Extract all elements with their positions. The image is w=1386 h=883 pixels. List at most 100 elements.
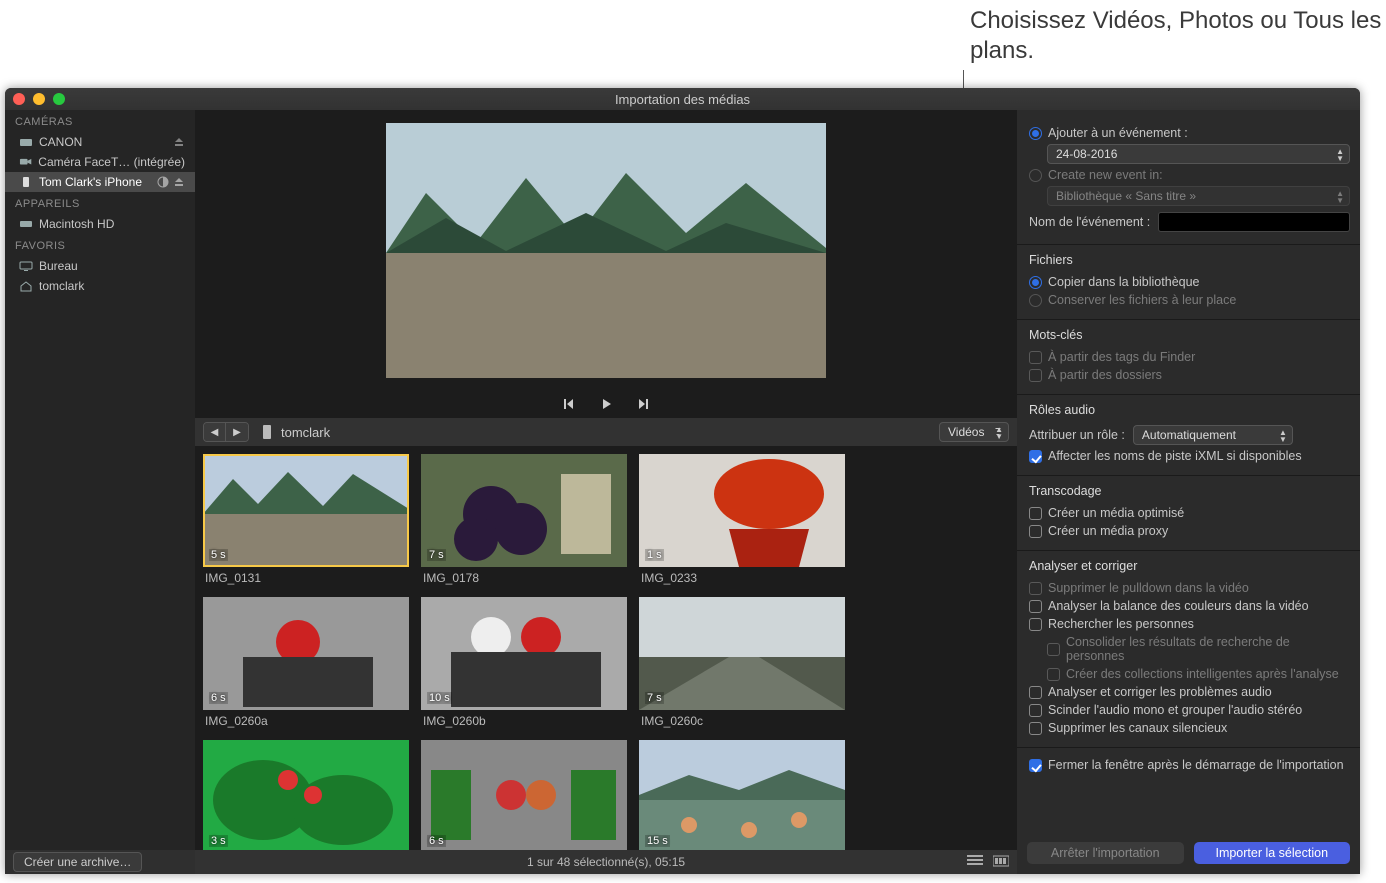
clip-name: IMG_0178: [421, 567, 627, 585]
optimized-media-checkbox[interactable]: [1029, 507, 1042, 520]
sidebar-item-label: tomclark: [39, 279, 84, 293]
split-audio-checkbox[interactable]: [1029, 704, 1042, 717]
clip-duration: 7 s: [645, 692, 664, 704]
clip-item[interactable]: 10 sIMG_0260b: [421, 597, 627, 728]
library-dropdown-value: Bibliothèque « Sans titre »: [1056, 189, 1196, 203]
close-after-label: Fermer la fenêtre après le démarrage de …: [1048, 758, 1344, 772]
clip-item[interactable]: 15 sIMG_0322: [639, 740, 845, 850]
finder-tags-label: À partir des tags du Finder: [1048, 350, 1195, 364]
clip-thumbnail[interactable]: 5 s: [203, 454, 409, 567]
webcam-icon: [19, 156, 32, 168]
event-name-input[interactable]: [1158, 212, 1350, 232]
sidebar-item-desktop[interactable]: Bureau: [5, 256, 195, 276]
minimize-window-button[interactable]: [33, 93, 45, 105]
analyze-balance-label: Analyser la balance des couleurs dans la…: [1048, 599, 1309, 613]
find-people-checkbox[interactable]: [1029, 618, 1042, 631]
clip-item[interactable]: 6 sIMG_0298: [421, 740, 627, 850]
create-new-event-label: Create new event in:: [1048, 168, 1163, 182]
media-filter-dropdown[interactable]: Vidéos ▲▼: [939, 422, 1009, 442]
filmstrip-view-button[interactable]: [993, 855, 1009, 870]
import-selection-button[interactable]: Importer la sélection: [1194, 842, 1351, 864]
titlebar: Importation des médias: [5, 88, 1360, 110]
fix-audio-label: Analyser et corriger les problèmes audio: [1048, 685, 1272, 699]
proxy-media-checkbox[interactable]: [1029, 525, 1042, 538]
sidebar-item-label: Tom Clark's iPhone: [39, 175, 142, 189]
transport-controls: [195, 390, 1017, 418]
sidebar-item-macintosh-hd[interactable]: Macintosh HD: [5, 214, 195, 234]
center-pane: ◀ ▶ tomclark Vidéos ▲▼ 5 sIMG_01317 sIMG…: [195, 110, 1017, 874]
create-archive-button[interactable]: Créer une archive…: [13, 852, 142, 872]
clip-name: IMG_0131: [203, 567, 409, 585]
split-audio-label: Scinder l'audio mono et grouper l'audio …: [1048, 703, 1302, 717]
clip-duration: 15 s: [645, 835, 670, 847]
clip-name: IMG_0260b: [421, 710, 627, 728]
fix-audio-checkbox[interactable]: [1029, 686, 1042, 699]
selection-status: 1 sur 48 sélectionné(s), 05:15: [527, 855, 685, 869]
clip-thumbnail[interactable]: 6 s: [421, 740, 627, 850]
ixml-checkbox[interactable]: [1029, 450, 1042, 463]
clip-item[interactable]: 3 sIMG_0297: [203, 740, 409, 850]
clip-thumbnail[interactable]: 7 s: [639, 597, 845, 710]
clip-item[interactable]: 1 sIMG_0233: [639, 454, 845, 585]
clip-browser[interactable]: 5 sIMG_01317 sIMG_01781 sIMG_02336 sIMG_…: [195, 446, 1017, 850]
assign-role-value: Automatiquement: [1142, 428, 1236, 442]
clip-item[interactable]: 5 sIMG_0131: [203, 454, 409, 585]
sidebar-section-cameras: CAMÉRAS: [5, 110, 195, 132]
sidebar-item-iphone[interactable]: Tom Clark's iPhone: [5, 172, 195, 192]
nav-forward-button[interactable]: ▶: [226, 423, 248, 441]
close-after-checkbox[interactable]: [1029, 759, 1042, 772]
stop-import-button[interactable]: Arrêter l'importation: [1027, 842, 1184, 864]
clip-thumbnail[interactable]: 10 s: [421, 597, 627, 710]
analyze-balance-checkbox[interactable]: [1029, 600, 1042, 613]
play-button[interactable]: [598, 396, 614, 412]
callout-annotation: Choisissez Vidéos, Photos ou Tous les pl…: [970, 6, 1386, 66]
next-clip-button[interactable]: [636, 396, 652, 412]
optimized-media-label: Créer un média optimisé: [1048, 506, 1184, 520]
assign-role-label: Attribuer un rôle :: [1029, 428, 1125, 442]
create-new-event-radio[interactable]: [1029, 169, 1042, 182]
transcode-section-header: Transcodage: [1029, 484, 1350, 498]
import-options-panel: Ajouter à un événement : 24-08-2016 ▲▼ C…: [1017, 110, 1360, 874]
sidebar-item-label: Bureau: [39, 259, 78, 273]
zoom-window-button[interactable]: [53, 93, 65, 105]
files-section-header: Fichiers: [1029, 253, 1350, 267]
find-people-label: Rechercher les personnes: [1048, 617, 1194, 631]
list-view-button[interactable]: [967, 855, 983, 870]
nav-back-button[interactable]: ◀: [204, 423, 226, 441]
sidebar-item-canon[interactable]: CANON: [5, 132, 195, 152]
analyze-section-header: Analyser et corriger: [1029, 559, 1350, 573]
clip-thumbnail[interactable]: 6 s: [203, 597, 409, 710]
window-title: Importation des médias: [615, 92, 750, 107]
path-location[interactable]: tomclark: [281, 425, 330, 440]
iphone-icon: [261, 424, 273, 440]
preview-thumbnail: [386, 123, 826, 378]
clip-name: IMG_0260c: [639, 710, 845, 728]
eject-icon[interactable]: [173, 136, 185, 148]
eject-icon[interactable]: [173, 176, 185, 188]
add-to-event-radio[interactable]: [1029, 127, 1042, 140]
half-circle-icon: [157, 176, 169, 188]
clip-item[interactable]: 7 s IMG_0260c: [639, 597, 845, 728]
sidebar-footer: Créer une archive…: [5, 850, 195, 874]
copy-to-library-radio[interactable]: [1029, 276, 1042, 289]
close-window-button[interactable]: [13, 93, 25, 105]
clip-thumbnail[interactable]: 1 s: [639, 454, 845, 567]
clip-item[interactable]: 7 sIMG_0178: [421, 454, 627, 585]
pathbar: ◀ ▶ tomclark Vidéos ▲▼: [195, 418, 1017, 446]
smart-collections-checkbox: [1047, 668, 1060, 681]
clip-item[interactable]: 6 sIMG_0260a: [203, 597, 409, 728]
event-dropdown[interactable]: 24-08-2016 ▲▼: [1047, 144, 1350, 164]
nav-buttons: ◀ ▶: [203, 422, 249, 442]
clip-thumbnail[interactable]: 15 s: [639, 740, 845, 850]
prev-clip-button[interactable]: [560, 396, 576, 412]
sidebar-item-facetime-camera[interactable]: Caméra FaceT… (intégrée): [5, 152, 195, 172]
sidebar: CAMÉRAS CANON Caméra FaceT… (intégrée) T…: [5, 110, 195, 874]
sidebar-section-favorites: FAVORIS: [5, 234, 195, 256]
sidebar-item-home[interactable]: tomclark: [5, 276, 195, 296]
remove-silent-checkbox[interactable]: [1029, 722, 1042, 735]
preview-viewer: [195, 110, 1017, 390]
clip-thumbnail[interactable]: 7 s: [421, 454, 627, 567]
assign-role-dropdown[interactable]: Automatiquement ▲▼: [1133, 425, 1293, 445]
leave-in-place-radio[interactable]: [1029, 294, 1042, 307]
clip-thumbnail[interactable]: 3 s: [203, 740, 409, 850]
